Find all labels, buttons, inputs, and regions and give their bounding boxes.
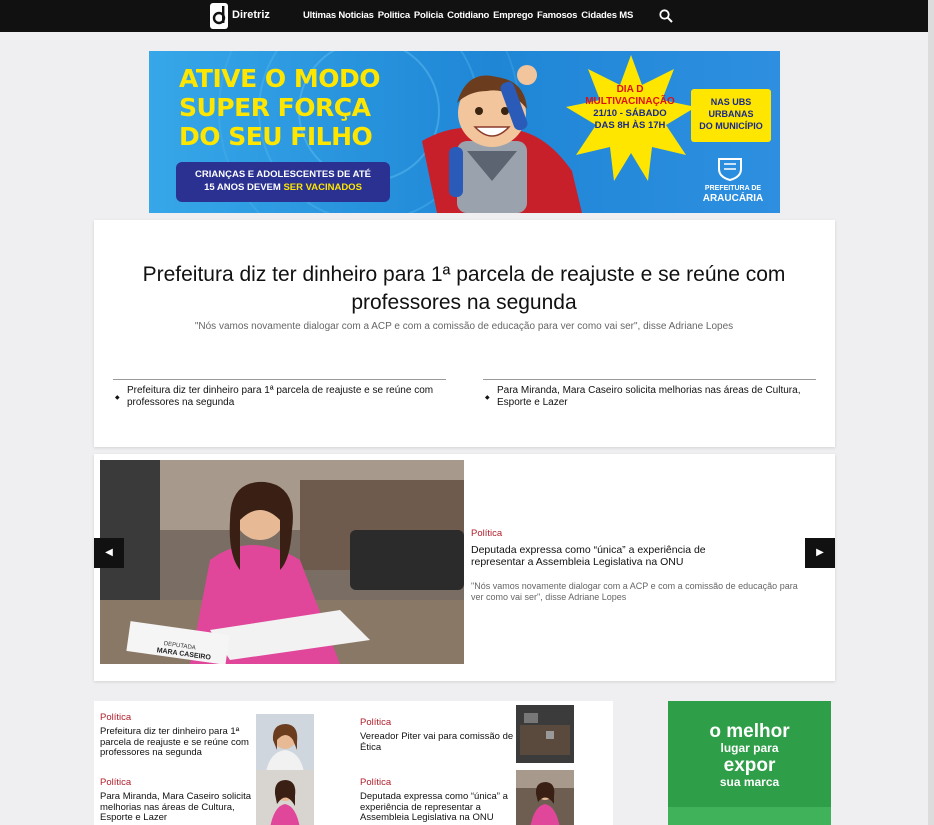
main-headline[interactable]: Prefeitura diz ter dinheiro para 1ª parc… — [124, 261, 804, 317]
news-category[interactable]: Política — [100, 777, 131, 788]
news-thumbnail[interactable] — [256, 714, 314, 772]
nav-item-ultimas-noticias[interactable]: Ultimas Noticias — [303, 10, 374, 21]
chevron-left-icon: ◀ — [105, 547, 113, 558]
dia-d-text: DIA D MULTIVACINAÇÃO 21/10 - SÁBADO DAS … — [585, 84, 675, 131]
news-thumbnail[interactable] — [516, 770, 574, 825]
site-logo-icon[interactable] — [210, 3, 228, 29]
nav-item-cidades-ms[interactable]: Cidades MS — [581, 10, 633, 21]
ad-sidebar-band — [668, 807, 831, 825]
superhero-child-illustration — [422, 65, 582, 213]
news-category[interactable]: Política — [100, 712, 131, 723]
ad-sidebar-text: o melhor lugar para expor sua marca — [709, 721, 790, 789]
list-item[interactable]: Política Para Miranda, Mara Caseiro soli… — [94, 770, 344, 825]
news-grid: Política Prefeitura diz ter dinheiro par… — [94, 701, 613, 825]
slider-prev-button[interactable]: ◀ — [94, 538, 124, 568]
slide-subtitle: "Nós vamos novamente dialogar com a ACP … — [471, 581, 798, 602]
araucaria-crest-icon — [718, 158, 742, 181]
news-title[interactable]: Deputada expressa como “única” a experiê… — [360, 791, 514, 824]
news-category[interactable]: Política — [360, 777, 391, 788]
page-scrollbar[interactable] — [928, 0, 934, 825]
ad-sidebar[interactable]: o melhor lugar para expor sua marca — [668, 701, 831, 825]
nav-item-policia[interactable]: Policia — [414, 10, 443, 21]
news-title[interactable]: Para Miranda, Mara Caseiro solicita melh… — [100, 791, 254, 824]
nav-item-cotidiano[interactable]: Cotidiano — [447, 10, 489, 21]
news-title[interactable]: Vereador Piter vai para comissão de Étic… — [360, 731, 514, 753]
nav-item-famosos[interactable]: Famosos — [537, 10, 578, 21]
list-item[interactable]: Política Prefeitura diz ter dinheiro par… — [94, 712, 344, 772]
slide-category[interactable]: Política — [471, 528, 502, 539]
slider-next-button[interactable]: ▶ — [805, 538, 835, 568]
banner-headline: ATIVE O MODO SUPER FORÇA DO SEU FILHO — [179, 64, 380, 151]
main-nav: Ultimas Noticias Politica Policia Cotidi… — [303, 10, 633, 21]
ubs-notice: NAS UBS URBANAS DO MUNICÍPIO — [691, 89, 771, 142]
site-name[interactable]: Diretriz — [232, 9, 270, 21]
chevron-right-icon: ▶ — [816, 547, 824, 558]
nav-item-politica[interactable]: Politica — [378, 10, 410, 21]
top-navbar: Diretriz Ultimas Noticias Politica Polic… — [0, 0, 928, 32]
search-icon[interactable] — [658, 8, 674, 24]
list-item[interactable]: Política Deputada expressa como “única” … — [354, 770, 604, 825]
main-headline-subtitle: "Nós vamos novamente dialogar com a ACP … — [194, 321, 734, 332]
nav-item-emprego[interactable]: Emprego — [493, 10, 533, 21]
ad-banner-vaccination[interactable]: ATIVE O MODO SUPER FORÇA DO SEU FILHO CR… — [149, 51, 780, 213]
news-title[interactable]: Prefeitura diz ter dinheiro para 1ª parc… — [100, 726, 254, 759]
news-thumbnail[interactable] — [516, 705, 574, 763]
headline-card: Prefeitura diz ter dinheiro para 1ª parc… — [94, 220, 835, 447]
prefeitura-araucaria-logo: PREFEITURA DE ARAUCÁRIA — [702, 185, 764, 204]
related-link[interactable]: Prefeitura diz ter dinheiro para 1ª parc… — [113, 379, 446, 409]
featured-slider: DEPUTADA MARA CASEIRO Política Deputada … — [94, 454, 835, 681]
list-item[interactable]: Política Vereador Piter vai para comissã… — [354, 705, 604, 777]
related-link[interactable]: Para Miranda, Mara Caseiro solicita melh… — [483, 379, 816, 409]
banner-age-notice: CRIANÇAS E ADOLESCENTES DE ATÉ 15 ANOS D… — [176, 162, 390, 202]
news-category[interactable]: Política — [360, 717, 391, 728]
slide-title[interactable]: Deputada expressa como “única” a experiê… — [471, 544, 741, 568]
news-thumbnail[interactable] — [256, 770, 314, 825]
slide-photo-deputada[interactable]: DEPUTADA MARA CASEIRO — [100, 460, 464, 664]
